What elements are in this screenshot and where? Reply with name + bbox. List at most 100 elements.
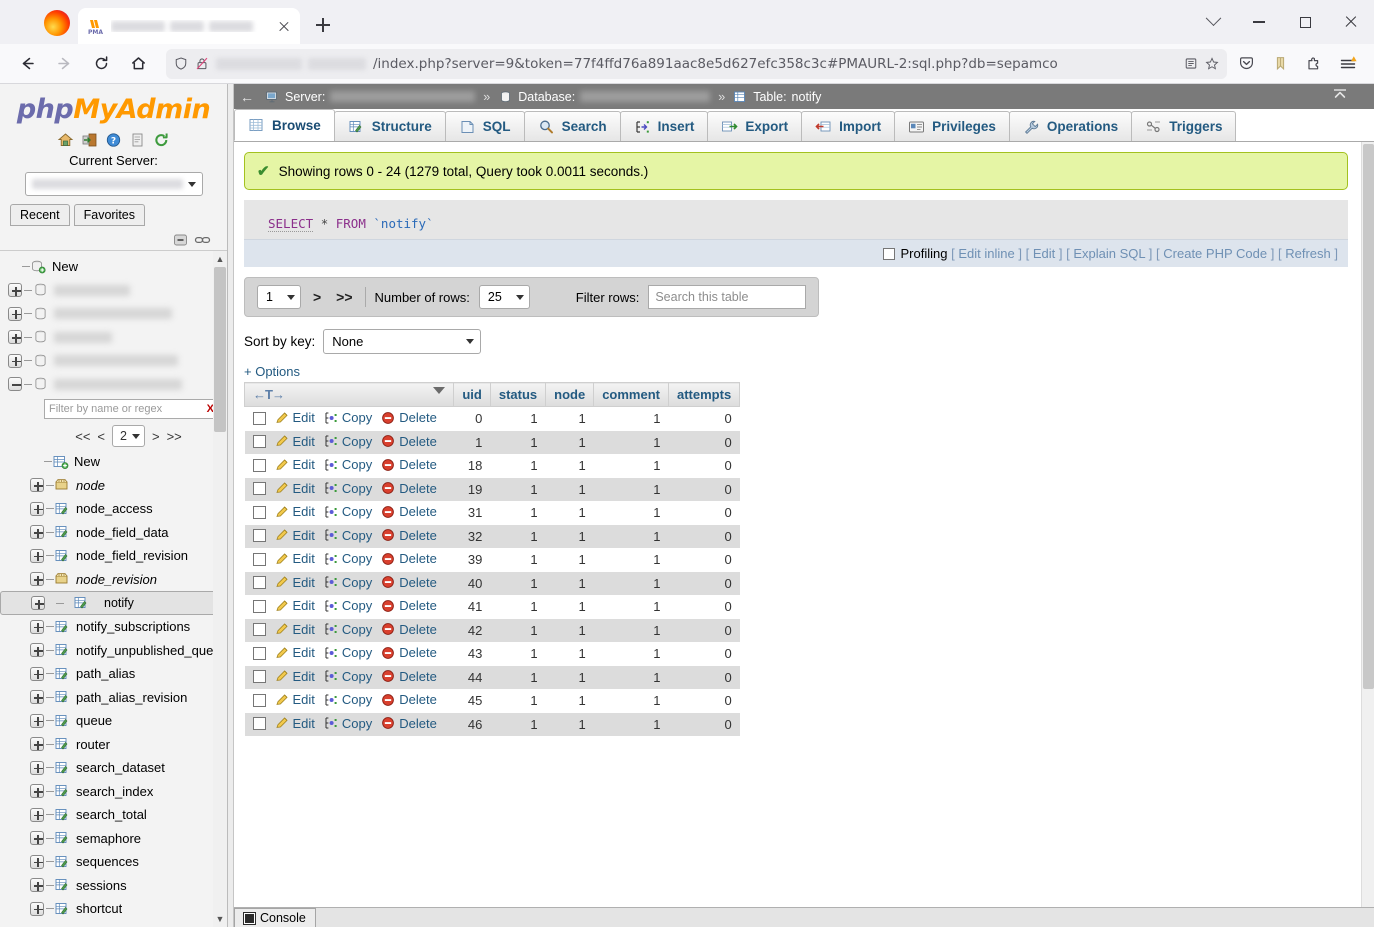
expand-icon[interactable] <box>8 330 22 345</box>
collapse-icon[interactable] <box>8 377 22 392</box>
server-select[interactable] <box>24 172 203 196</box>
tab-structure[interactable]: Structure <box>333 111 446 141</box>
db-item-redacted-4[interactable] <box>0 349 227 373</box>
edit-row-button[interactable]: Edit <box>275 481 315 496</box>
collapse-all-icon[interactable] <box>172 232 189 248</box>
row-checkbox[interactable] <box>252 552 266 566</box>
row-checkbox[interactable] <box>252 458 266 472</box>
cell-status[interactable]: 1 <box>490 642 545 666</box>
row-checkbox[interactable] <box>252 529 266 542</box>
row-checkbox[interactable] <box>252 599 266 613</box>
console-toggle[interactable]: Console <box>234 907 316 927</box>
sort-by-key-select[interactable]: None <box>323 329 482 354</box>
expand-icon[interactable] <box>30 901 44 916</box>
tree-table-node_access[interactable]: node_access <box>0 497 227 521</box>
tab-triggers[interactable]: Triggers <box>1131 111 1237 141</box>
main-scrollbar[interactable] <box>1361 142 1374 907</box>
row-checkbox[interactable] <box>252 670 266 683</box>
cell-comment[interactable]: 1 <box>594 713 669 737</box>
cell-comment[interactable]: 1 <box>594 595 669 619</box>
tree-table-node_field_revision[interactable]: node_field_revision <box>0 544 227 568</box>
expand-icon[interactable] <box>8 283 22 298</box>
delete-row-button[interactable]: Delete <box>381 692 437 707</box>
delete-row-button[interactable]: Delete <box>381 410 437 425</box>
browser-tab-phpmyadmin[interactable]: PMA <box>78 8 300 44</box>
recent-tab[interactable]: Recent <box>10 204 70 226</box>
row-checkbox[interactable] <box>252 623 266 636</box>
collapse-icon[interactable] <box>1330 86 1350 106</box>
copy-row-button[interactable]: Copy <box>324 481 372 496</box>
minimize-button[interactable] <box>1236 0 1282 44</box>
tab-browse[interactable]: Browse <box>234 109 335 141</box>
expand-icon[interactable] <box>30 760 44 775</box>
cell-node[interactable]: 1 <box>546 454 594 478</box>
tree-table-notify[interactable]: notify <box>0 591 227 615</box>
edit-row-button[interactable]: Edit <box>275 434 315 449</box>
profiling-link-create-php-code[interactable]: [ Create PHP Code ] <box>1152 246 1274 261</box>
tree-filter-input[interactable]: Filter by name or regex X <box>44 399 219 419</box>
tree-prev-page[interactable]: < <box>97 429 105 444</box>
copy-row-button[interactable]: Copy <box>324 669 372 684</box>
edit-row-button[interactable]: Edit <box>275 457 315 472</box>
delete-row-button[interactable]: Delete <box>381 551 437 566</box>
cell-attempts[interactable]: 0 <box>669 525 740 549</box>
url-bar[interactable]: /index.php?server=9&token=77f4ffd76a891a… <box>166 48 1227 79</box>
app-menu-icon[interactable] <box>1332 48 1364 80</box>
cell-node[interactable]: 1 <box>546 478 594 502</box>
expand-icon[interactable] <box>30 572 44 587</box>
sql-query-display[interactable]: SELECT * FROM `notify` <box>244 200 1348 239</box>
expand-icon[interactable] <box>31 596 45 610</box>
cell-status[interactable]: 1 <box>490 501 545 525</box>
console-bar[interactable]: Console <box>234 907 1374 927</box>
next-page-button[interactable]: > <box>310 289 324 305</box>
cell-node[interactable]: 1 <box>546 548 594 572</box>
cell-attempts[interactable]: 0 <box>669 642 740 666</box>
expand-icon[interactable] <box>30 501 44 516</box>
profiling-link-edit-inline[interactable]: [ Edit inline ] <box>951 246 1022 261</box>
cell-node[interactable]: 1 <box>546 689 594 713</box>
expand-icon[interactable] <box>30 643 44 658</box>
edit-row-button[interactable]: Edit <box>275 716 315 731</box>
copy-row-button[interactable]: Copy <box>324 434 372 449</box>
table-row[interactable]: Edit Copy Delete 32 1 1 1 0 <box>244 524 740 549</box>
options-toggle[interactable]: + Options <box>244 364 300 379</box>
tree-table-node_field_data[interactable]: node_field_data <box>0 521 227 545</box>
table-row[interactable]: Edit Copy Delete 46 1 1 1 0 <box>244 712 740 737</box>
row-checkbox[interactable] <box>252 576 266 589</box>
table-row[interactable]: Edit Copy Delete 40 1 1 1 0 <box>244 571 740 596</box>
profiling-checkbox[interactable] <box>883 248 896 260</box>
cell-node[interactable]: 1 <box>546 713 594 737</box>
tab-privileges[interactable]: Privileges <box>894 111 1010 141</box>
cell-comment[interactable]: 1 <box>594 642 669 666</box>
column-header-uid[interactable]: uid <box>453 382 491 407</box>
cell-node[interactable]: 1 <box>546 572 594 596</box>
cell-status[interactable]: 1 <box>490 407 545 431</box>
cell-status[interactable]: 1 <box>490 431 545 455</box>
copy-row-button[interactable]: Copy <box>324 692 372 707</box>
delete-row-button[interactable]: Delete <box>381 622 437 637</box>
tree-table-search_total[interactable]: search_total <box>0 803 227 827</box>
tree-page-select[interactable]: 2 <box>112 425 145 447</box>
tree-last-page[interactable]: >> <box>167 429 182 444</box>
table-row[interactable]: Edit Copy Delete 42 1 1 1 0 <box>244 618 740 643</box>
edit-row-button[interactable]: Edit <box>275 622 315 637</box>
pocket-icon[interactable] <box>1230 48 1262 80</box>
cell-uid[interactable]: 46 <box>454 713 491 737</box>
cell-uid[interactable]: 40 <box>454 572 491 596</box>
cell-comment[interactable]: 1 <box>594 525 669 549</box>
forward-button[interactable] <box>47 48 81 80</box>
cell-status[interactable]: 1 <box>490 478 545 502</box>
cell-attempts[interactable]: 0 <box>669 619 740 643</box>
delete-row-button[interactable]: Delete <box>381 504 437 519</box>
tree-table-node[interactable]: node <box>0 474 227 498</box>
cell-status[interactable]: 1 <box>490 666 545 690</box>
home-button[interactable] <box>121 48 155 80</box>
cell-status[interactable]: 1 <box>490 572 545 596</box>
cell-uid[interactable]: 44 <box>454 666 491 690</box>
cell-status[interactable]: 1 <box>490 619 545 643</box>
cell-node[interactable]: 1 <box>546 525 594 549</box>
db-item-redacted-5-expanded[interactable] <box>0 373 227 397</box>
cell-status[interactable]: 1 <box>490 548 545 572</box>
cell-comment[interactable]: 1 <box>594 572 669 596</box>
expand-icon[interactable] <box>8 353 22 368</box>
